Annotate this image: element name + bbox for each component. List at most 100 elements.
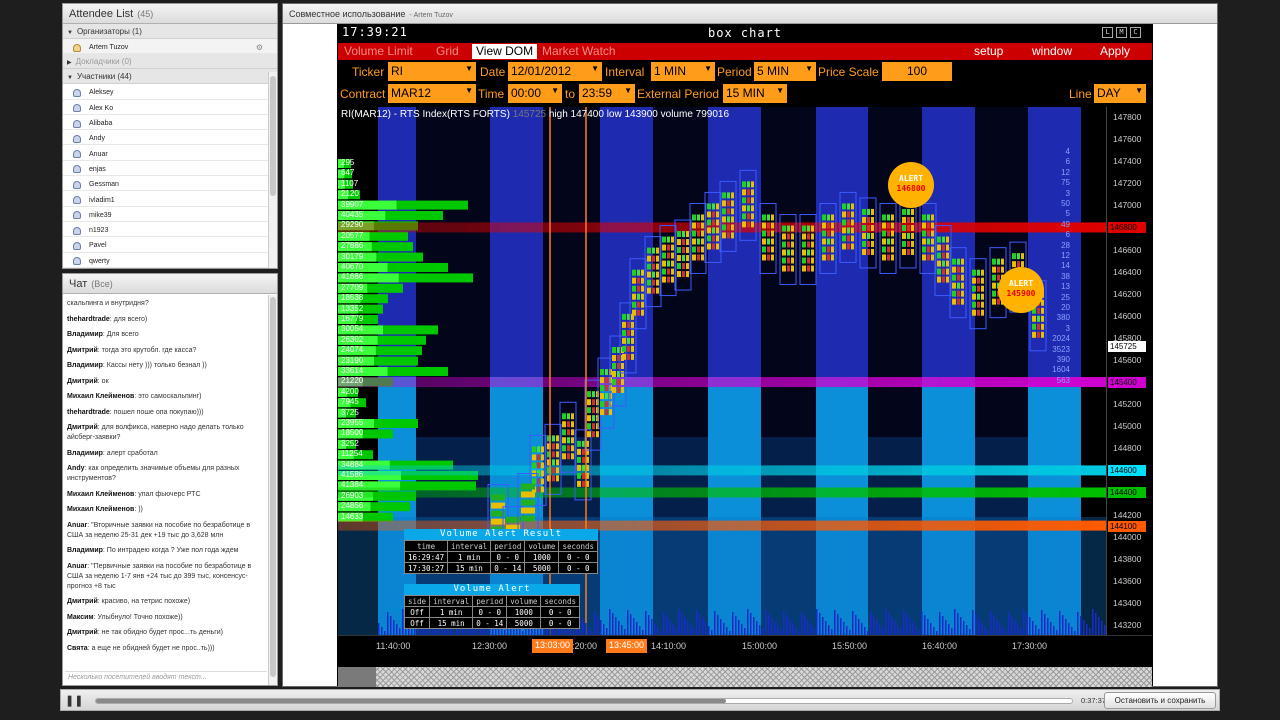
pause-icon[interactable]: ❚❚ xyxy=(65,694,83,708)
tick-cell xyxy=(851,203,854,210)
presenters-section[interactable]: ▶ Докладчики (0) xyxy=(63,54,277,70)
menu-apply[interactable]: Apply xyxy=(1096,44,1134,59)
tick-cell xyxy=(697,246,700,253)
box-chart-plot[interactable]: RI(MAR12) - RTS Index(RTS FORTS) 145725 … xyxy=(338,107,1106,635)
chat-message: Anuar: "Первичные заявки на пособие по б… xyxy=(67,562,252,590)
tick-cell xyxy=(667,252,670,259)
tick-cell xyxy=(851,219,854,226)
contract-select[interactable]: MAR12 ▼ xyxy=(388,84,476,103)
line-select[interactable]: DAY ▼ xyxy=(1094,84,1146,103)
tick-cell xyxy=(942,252,945,259)
menu-volume-limit[interactable]: Volume Limit xyxy=(340,44,417,59)
volume-spike xyxy=(672,624,674,635)
chat-message: Михаил Клейменов: )) xyxy=(67,506,143,513)
volume-spike xyxy=(822,617,824,635)
right-count-label: 6 xyxy=(1065,157,1070,167)
price-scale-input[interactable]: 100 xyxy=(882,62,952,81)
tick-cell xyxy=(907,232,910,239)
horizontal-scrollbar[interactable] xyxy=(338,667,1152,687)
attendee-row[interactable]: n1923 xyxy=(63,222,277,238)
tick-cell xyxy=(972,285,976,292)
chat-text: тогда это крутобл. где касса? xyxy=(101,346,197,354)
tick-cell xyxy=(1032,331,1036,338)
playback-progress[interactable] xyxy=(95,698,1073,704)
tick-cell xyxy=(822,254,826,261)
attendee-scrollbar[interactable] xyxy=(268,72,277,268)
alert-badge[interactable]: ALERT 146800 xyxy=(888,162,934,208)
volume-alert-grid[interactable]: side interval period volume seconds Off 1 min 0… xyxy=(403,595,580,629)
attendee-row[interactable]: qwerty xyxy=(63,253,277,268)
tick-cell xyxy=(827,222,830,229)
attendee-row[interactable]: Gessman xyxy=(63,176,277,192)
attendee-row[interactable]: Anuar xyxy=(63,145,277,161)
right-count-label: 6 xyxy=(1065,230,1070,240)
attendee-row[interactable]: Alibaba xyxy=(63,115,277,131)
date-select[interactable]: 12/01/2012 ▼ xyxy=(508,62,602,81)
tick-cell xyxy=(667,276,670,283)
attendee-row[interactable]: Andy xyxy=(63,130,277,146)
tick-cell xyxy=(927,238,930,245)
tick-cell xyxy=(831,214,834,221)
alert-badge[interactable]: ALERT 145900 xyxy=(998,267,1044,313)
menu-setup[interactable]: setup xyxy=(970,44,1007,59)
menu-view-dom[interactable]: View DOM xyxy=(472,44,538,59)
attendee-row[interactable]: enjas xyxy=(63,161,277,177)
tick-cell xyxy=(662,268,666,275)
menu-grid[interactable]: Grid xyxy=(432,44,463,59)
tick-cell xyxy=(946,236,949,243)
table-cell: 16:29:47 xyxy=(403,551,449,563)
period-select[interactable]: 5 MIN ▼ xyxy=(754,62,816,81)
attendee-row[interactable]: mike39 xyxy=(63,207,277,222)
attendee-row[interactable]: Aleksey xyxy=(63,84,277,100)
external-period-select[interactable]: 15 MIN ▼ xyxy=(723,84,787,103)
tick-cell xyxy=(802,225,806,232)
close-button[interactable]: C xyxy=(1130,27,1141,38)
tick-cell xyxy=(605,385,608,392)
minimize-button[interactable]: M xyxy=(1116,27,1127,38)
participants-section[interactable]: ▼ Участники (44) xyxy=(63,69,277,85)
attendee-name: n1923 xyxy=(89,227,109,235)
menu-window[interactable]: window xyxy=(1028,44,1076,59)
tick-cell xyxy=(867,240,870,247)
tick-cell xyxy=(851,235,854,242)
volume-spike xyxy=(1092,609,1094,635)
table-row: Off 1 min 0 - 0 1000 0 - 0 xyxy=(403,606,580,618)
tick-cell xyxy=(521,507,535,514)
chat-scrollbar[interactable] xyxy=(268,295,277,685)
tick-cell xyxy=(592,391,595,398)
dropdown-arrow-icon: ▼ xyxy=(551,86,559,95)
attendee-name: qwerty xyxy=(89,257,110,265)
stop-and-save-button[interactable]: Остановить и сохранить xyxy=(1104,692,1216,709)
chat-text: для всего) xyxy=(113,315,148,323)
attendee-row[interactable]: Artem Tuzov ⚙ xyxy=(63,39,277,55)
dom-volume-label: 27886 xyxy=(341,241,364,251)
tick-cell xyxy=(667,236,670,243)
tick-cell xyxy=(662,244,666,251)
volume-spike xyxy=(600,620,602,635)
tick-cell xyxy=(582,464,585,471)
tick-cell xyxy=(682,271,685,278)
interval-select[interactable]: 1 MIN ▼ xyxy=(651,62,715,81)
volume-spike xyxy=(732,612,734,635)
tick-cell xyxy=(577,448,581,455)
tick-cell xyxy=(847,243,850,250)
volume-spike xyxy=(975,614,977,635)
attendee-row[interactable]: Pavel xyxy=(63,237,277,253)
clock: 17:39:21 xyxy=(342,25,408,39)
table-cell: 17:30:27 xyxy=(403,562,449,574)
time-to-select[interactable]: 23:59 ▼ xyxy=(579,84,635,103)
time-from-select[interactable]: 00:00 ▼ xyxy=(508,84,562,103)
tick-cell xyxy=(567,421,570,428)
tick-cell xyxy=(907,216,910,223)
tick-cell xyxy=(541,470,544,477)
tick-cell xyxy=(787,241,790,248)
menu-market-watch[interactable]: Market Watch xyxy=(538,44,620,59)
volume-spike xyxy=(582,619,584,635)
attendee-row[interactable]: Alex Ko xyxy=(63,100,277,115)
volume-spike xyxy=(948,624,950,635)
tick-cell xyxy=(931,246,934,253)
ticker-select[interactable]: RI ▼ xyxy=(388,62,476,81)
layout-button[interactable]: L xyxy=(1102,27,1113,38)
organizers-section[interactable]: ▼ Организаторы (1) xyxy=(63,24,277,39)
attendee-row[interactable]: ivladim1 xyxy=(63,191,277,207)
